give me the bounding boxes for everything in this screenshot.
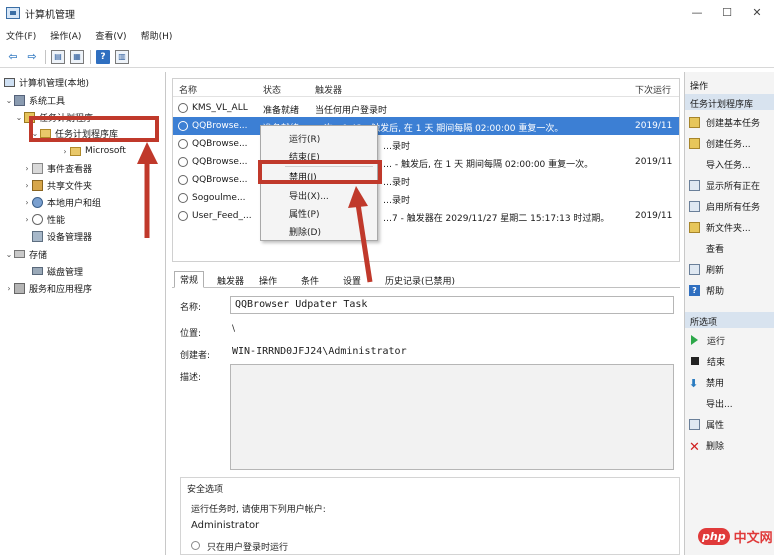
- computer-management-window: 计算机管理 — ☐ ✕ 文件(F) 操作(A) 查看(V) 帮助(H) ⇦ ⇨ …: [0, 0, 774, 555]
- php-logo: php: [698, 528, 730, 545]
- arrow-line-disable: [355, 203, 373, 283]
- php-watermark: php 中文网: [698, 527, 773, 546]
- annotation-arrows: [137, 142, 373, 283]
- watermark-text: 中文网: [733, 531, 773, 546]
- arrow-head-disable: [348, 186, 368, 208]
- arrow-head-task-library: [137, 142, 158, 164]
